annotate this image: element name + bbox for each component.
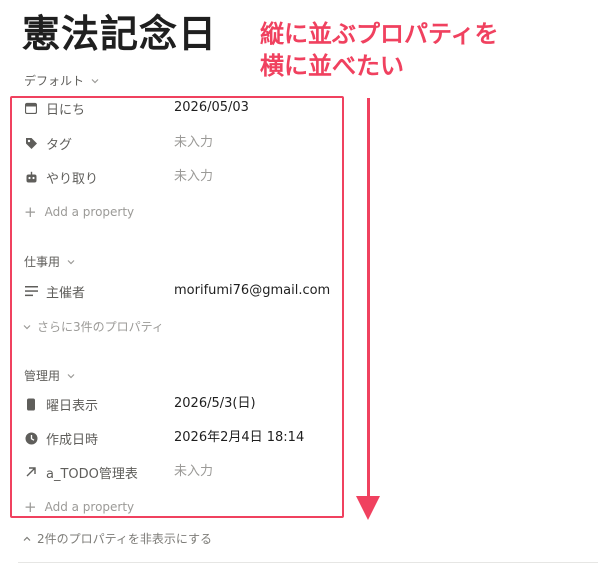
- divider: [18, 562, 598, 563]
- annotation-arrow-shaft: [367, 98, 370, 500]
- group-label: デフォルト: [24, 74, 85, 88]
- hide-properties-button[interactable]: 2件のプロパティを非表示にする: [22, 530, 212, 547]
- annotation-line-1: 縦に並ぶプロパティを: [260, 20, 499, 48]
- page-title[interactable]: 憲法記念日: [22, 10, 217, 58]
- arrow-down-icon: [356, 496, 380, 520]
- group-header-default[interactable]: デフォルト: [24, 72, 100, 89]
- highlight-box: [10, 96, 344, 518]
- annotation-text: 縦に並ぶプロパティを 横に並べたい: [260, 18, 499, 82]
- chevron-up-icon: [23, 536, 31, 541]
- annotation-line-2: 横に並べたい: [260, 52, 404, 80]
- chevron-down-icon: [91, 78, 99, 83]
- hide-properties-label: 2件のプロパティを非表示にする: [37, 532, 213, 546]
